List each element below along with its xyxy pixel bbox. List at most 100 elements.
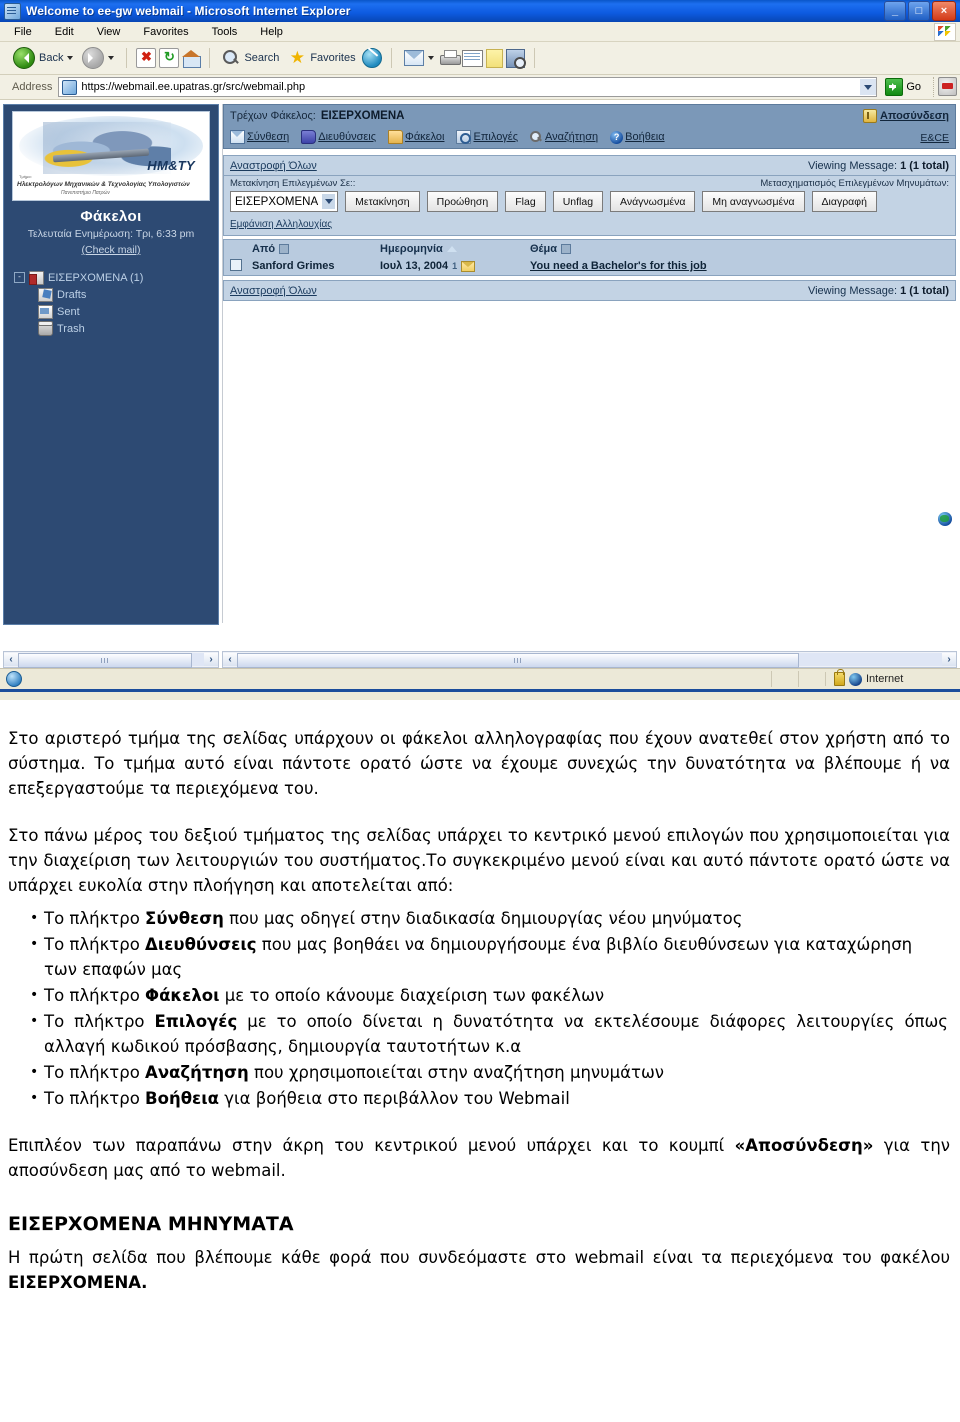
- nav-folders[interactable]: Φάκελοι: [388, 130, 444, 144]
- mail-button[interactable]: [401, 50, 437, 66]
- unflag-button[interactable]: Unflag: [552, 191, 604, 212]
- scroll-track[interactable]: [237, 653, 942, 668]
- paragraph-3: Επιπλέον των παραπάνω στην άκρη του κεντ…: [8, 1133, 950, 1183]
- nav-label[interactable]: Σύνθεση: [247, 131, 289, 143]
- show-thread-link[interactable]: Εμφάνιση Αλληλουχίας: [230, 219, 332, 230]
- delete-button[interactable]: Διαγραφή: [811, 191, 877, 212]
- forward-button[interactable]: Προώθηση: [426, 191, 499, 212]
- column-subject[interactable]: Θέμα: [530, 243, 572, 255]
- sidebar-item-trash[interactable]: Trash: [38, 320, 218, 336]
- nav-options[interactable]: Επιλογές: [456, 130, 518, 144]
- refresh-icon[interactable]: ↻: [159, 48, 180, 68]
- nav-label[interactable]: Βοήθεια: [625, 131, 664, 143]
- menu-item-tools[interactable]: Tools: [212, 26, 238, 38]
- favorites-button[interactable]: ★ Favorites: [285, 49, 358, 67]
- ebce-link[interactable]: E&CE: [920, 132, 949, 144]
- scroll-right-arrow-icon[interactable]: ›: [204, 653, 218, 666]
- search-button[interactable]: Search: [219, 49, 282, 67]
- folders-title: Φάκελοι: [80, 208, 142, 225]
- history-icon[interactable]: [361, 48, 382, 68]
- operations-controls: ΕΙΣΕΡΧΟΜΕΝΑ Μετακίνηση Προώθηση Flag Unf…: [230, 191, 949, 212]
- message-subject-cell[interactable]: You need a Bachelor's for this job: [530, 260, 707, 272]
- menu-item-help[interactable]: Help: [260, 26, 283, 38]
- back-button[interactable]: Back: [10, 47, 76, 69]
- bullet-bold: Διευθύνσεις: [145, 935, 257, 954]
- trash-icon: [38, 320, 53, 336]
- nav-help[interactable]: ? Βοήθεια: [610, 130, 665, 144]
- ebce-link-wrap[interactable]: E&CE: [920, 128, 949, 146]
- chevron-down-icon[interactable]: [322, 194, 336, 209]
- viewing-label: Viewing Message:: [807, 284, 898, 297]
- menu-item-view[interactable]: View: [97, 26, 121, 38]
- scroll-track[interactable]: [18, 653, 204, 668]
- note-icon[interactable]: [485, 48, 503, 68]
- home-icon[interactable]: [182, 49, 202, 68]
- toggle-all-link-bottom[interactable]: Αναστροφή Όλων: [230, 285, 317, 297]
- last-update-text: Τελευταία Ενημέρωση: Τρι, 6:33 pm: [27, 228, 195, 240]
- expander-icon[interactable]: -: [14, 272, 25, 283]
- stop-icon[interactable]: ✖: [136, 48, 157, 68]
- move-selected-label: Μετακίνηση Επιλεγμένων Σε::: [230, 178, 356, 189]
- table-row[interactable]: Sanford Grimes Ιουλ 13, 2004 1 You need …: [224, 257, 955, 275]
- sidebar-item-drafts[interactable]: Drafts: [38, 287, 218, 302]
- message-subject-link[interactable]: You need a Bachelor's for this job: [530, 260, 707, 272]
- menu-item-file[interactable]: File: [14, 26, 32, 38]
- check-mail-link[interactable]: (Check mail): [4, 244, 218, 257]
- sort-ascending-icon[interactable]: [446, 245, 457, 252]
- print-icon[interactable]: [439, 50, 461, 66]
- edit-page-icon[interactable]: [461, 49, 483, 67]
- nav-search[interactable]: Αναζήτηση: [530, 131, 598, 143]
- toggle-all-link-top[interactable]: Αναστροφή Όλων: [230, 160, 317, 172]
- mark-unread-button[interactable]: Μη αναγνωσμένα: [702, 191, 805, 212]
- nav-compose[interactable]: Σύνθεση: [230, 130, 289, 144]
- mark-read-button[interactable]: Ανάγνωσμένα: [610, 191, 696, 212]
- go-button[interactable]: Go: [885, 78, 927, 96]
- move-button[interactable]: Μετακίνηση: [345, 191, 420, 212]
- sort-from-icon[interactable]: [279, 243, 290, 254]
- messenger-icon[interactable]: [505, 48, 526, 69]
- scroll-thumb[interactable]: [237, 653, 799, 668]
- address-url: https://webmail.ee.upatras.gr/src/webmai…: [81, 81, 306, 93]
- row-checkbox[interactable]: [230, 258, 242, 271]
- close-button[interactable]: ×: [932, 1, 956, 21]
- security-zone: Internet: [825, 669, 954, 686]
- scroll-right-arrow-icon[interactable]: ›: [942, 653, 956, 666]
- nav-label[interactable]: Φάκελοι: [405, 131, 444, 143]
- flag-button[interactable]: Flag: [505, 191, 546, 212]
- minimize-button[interactable]: _: [884, 1, 906, 21]
- column-date[interactable]: Ημερομηνία: [380, 243, 530, 255]
- menu-item-favorites[interactable]: Favorites: [143, 26, 188, 38]
- options-icon: [456, 130, 472, 144]
- scroll-left-arrow-icon[interactable]: ‹: [223, 653, 237, 666]
- sidebar-item-sent[interactable]: Sent: [38, 304, 218, 319]
- sort-subject-icon[interactable]: [561, 243, 572, 254]
- message-date: Ιουλ 13, 2004: [380, 260, 449, 272]
- address-dropdown-button[interactable]: [860, 79, 877, 95]
- menu-item-edit[interactable]: Edit: [55, 26, 74, 38]
- chevron-down-icon[interactable]: [67, 56, 74, 60]
- left-frame-horizontal-scrollbar[interactable]: ‹ ›: [3, 651, 219, 668]
- folder-select[interactable]: ΕΙΣΕΡΧΟΜΕΝΑ: [230, 191, 339, 212]
- maximize-button[interactable]: □: [908, 1, 930, 21]
- chevron-down-icon[interactable]: [108, 56, 115, 60]
- logout-link[interactable]: Αποσύνδεση: [880, 110, 949, 122]
- sidebar-item-inbox[interactable]: - ΕΙΣΕΡΧΟΜΕΝΑ (1): [14, 270, 218, 285]
- address-input[interactable]: https://webmail.ee.upatras.gr/src/webmai…: [58, 77, 878, 97]
- column-from[interactable]: Από: [252, 243, 380, 255]
- nav-label[interactable]: Διευθύνσεις: [318, 131, 376, 143]
- forward-button[interactable]: [79, 47, 117, 69]
- scroll-left-arrow-icon[interactable]: ‹: [4, 653, 18, 666]
- acrobat-toolbar-icon[interactable]: [933, 77, 960, 97]
- check-mail-anchor[interactable]: (Check mail): [82, 244, 141, 256]
- browser-window: Welcome to ee-gw webmail - Microsoft Int…: [0, 0, 960, 700]
- scroll-thumb[interactable]: [18, 653, 192, 668]
- lock-icon: [834, 669, 845, 686]
- right-frame-horizontal-scrollbar[interactable]: ‹ ›: [222, 651, 957, 668]
- nav-addresses[interactable]: Διευθύνσεις: [301, 130, 376, 144]
- nav-label[interactable]: Επιλογές: [473, 131, 518, 143]
- nav-label[interactable]: Αναζήτηση: [545, 131, 598, 143]
- main-nav-bar: Σύνθεση Διευθύνσεις Φάκελοι Επιλογές Ανα…: [223, 126, 956, 149]
- logout-button[interactable]: Αποσύνδεση: [863, 108, 949, 123]
- search-icon: [530, 131, 543, 143]
- chevron-down-icon[interactable]: [427, 56, 434, 60]
